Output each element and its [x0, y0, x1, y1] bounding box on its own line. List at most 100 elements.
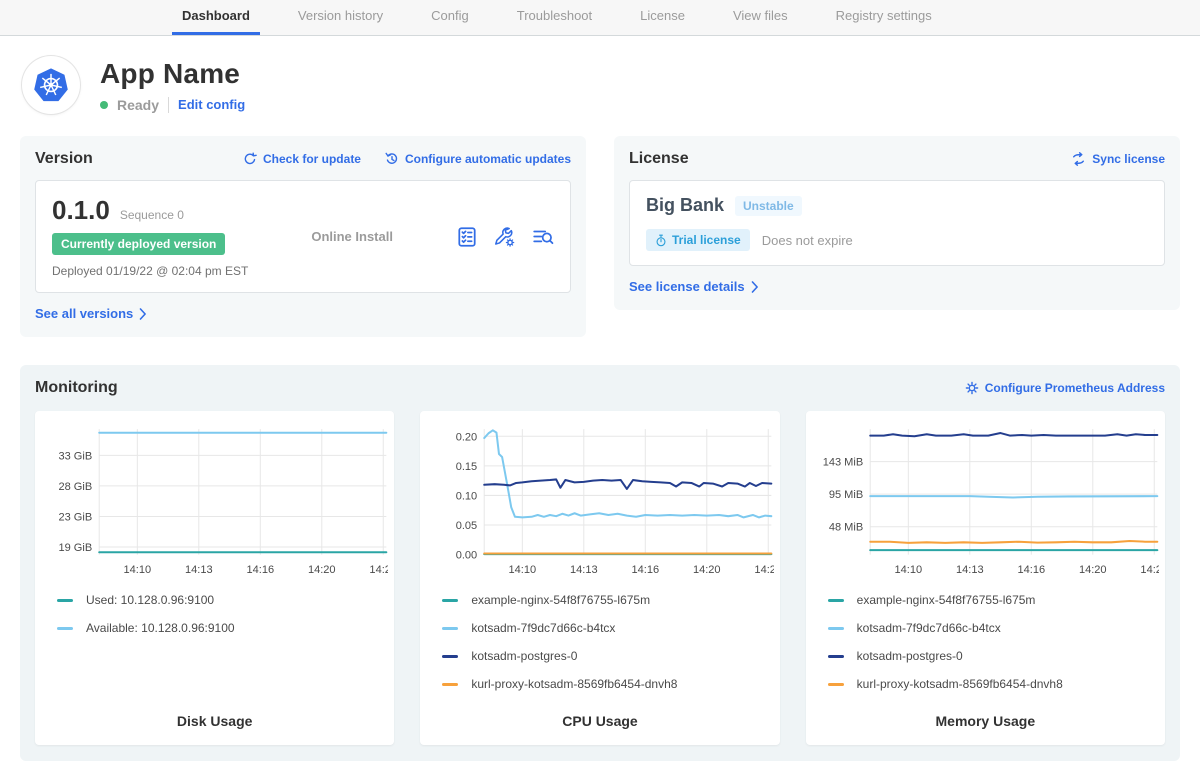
- svg-text:14:23: 14:23: [369, 564, 388, 576]
- tab-dashboard[interactable]: Dashboard: [172, 0, 260, 35]
- deployed-badge: Currently deployed version: [52, 233, 225, 255]
- configure-automatic-updates-link[interactable]: Configure automatic updates: [385, 152, 571, 166]
- monitoring-header: Monitoring Configure Prometheus Address: [35, 379, 1165, 397]
- tab-view-files[interactable]: View files: [723, 0, 798, 35]
- svg-text:14:16: 14:16: [1017, 564, 1045, 576]
- divider: [168, 97, 169, 113]
- legend-dash: [442, 599, 458, 602]
- legend-item: kotsadm-7f9dc7d66c-b4tcx: [828, 621, 1159, 635]
- tab-troubleshoot[interactable]: Troubleshoot: [507, 0, 602, 35]
- customer-name: Big Bank: [646, 195, 724, 216]
- legend-label: example-nginx-54f8f76755-l675m: [857, 593, 1036, 607]
- svg-text:14:23: 14:23: [1140, 564, 1159, 576]
- app-avatar: [22, 56, 80, 114]
- see-all-versions-label: See all versions: [35, 306, 133, 321]
- legend-item: Available: 10.128.0.96:9100: [57, 621, 388, 635]
- app-header: App Name Ready Edit config: [22, 56, 1180, 114]
- chevron-right-icon: [139, 308, 147, 320]
- memory-usage-card: 14:1014:1314:1614:2014:2348 MiB95 MiB143…: [806, 411, 1165, 745]
- see-license-details-label: See license details: [629, 279, 745, 294]
- legend-dash: [828, 627, 844, 630]
- view-logs-icon[interactable]: [532, 226, 554, 248]
- legend-label: kotsadm-postgres-0: [857, 649, 963, 663]
- check-for-update-link[interactable]: Check for update: [243, 152, 361, 166]
- tab-registry-settings[interactable]: Registry settings: [826, 0, 942, 35]
- version-header-links: Check for update Configure automatic upd…: [243, 152, 571, 166]
- legend-dash: [828, 599, 844, 602]
- configure-prometheus-link[interactable]: Configure Prometheus Address: [965, 381, 1165, 395]
- config-wrench-icon[interactable]: [494, 226, 516, 248]
- edit-config-link[interactable]: Edit config: [178, 97, 245, 112]
- tab-config[interactable]: Config: [421, 0, 479, 35]
- svg-text:14:10: 14:10: [124, 564, 152, 576]
- see-license-details-link[interactable]: See license details: [629, 279, 759, 294]
- license-customer-row: Big Bank Unstable: [646, 195, 802, 216]
- app-title: App Name: [100, 58, 245, 90]
- expiry-text: Does not expire: [762, 233, 853, 248]
- cpu-usage-card: 14:1014:1314:1614:2014:230.000.050.100.1…: [420, 411, 779, 745]
- trial-license-badge: Trial license: [646, 229, 750, 251]
- disk-usage-title: Disk Usage: [41, 705, 388, 729]
- ready-status-dot: [100, 101, 108, 109]
- sync-license-link[interactable]: Sync license: [1071, 152, 1165, 166]
- app-status-label: Ready: [117, 97, 159, 113]
- memory-usage-chart: 14:1014:1314:1614:2014:2348 MiB95 MiB143…: [812, 421, 1159, 581]
- kubernetes-logo-icon: [31, 65, 71, 105]
- svg-text:143 MiB: 143 MiB: [822, 457, 862, 469]
- legend-label: Available: 10.128.0.96:9100: [86, 621, 235, 635]
- svg-text:95 MiB: 95 MiB: [829, 489, 863, 501]
- top-nav: Dashboard Version history Config Troublesho…: [0, 0, 1200, 36]
- version-number: 0.1.0: [52, 195, 110, 226]
- disk-usage-legend: Used: 10.128.0.96:9100 Available: 10.128.…: [57, 593, 388, 649]
- legend-dash: [57, 599, 73, 602]
- kots-dashboard-page: Dashboard Version history Config Troublesho…: [0, 0, 1200, 771]
- svg-text:14:10: 14:10: [894, 564, 922, 576]
- svg-text:19 GiB: 19 GiB: [58, 542, 92, 554]
- legend-label: kotsadm-postgres-0: [471, 649, 577, 663]
- svg-text:48 MiB: 48 MiB: [829, 522, 863, 534]
- license-card-title: License: [629, 150, 689, 168]
- tab-version-history[interactable]: Version history: [288, 0, 393, 35]
- legend-label: kurl-proxy-kotsadm-8569fb6454-dnvh8: [471, 677, 677, 691]
- legend-label: kotsadm-7f9dc7d66c-b4tcx: [857, 621, 1001, 635]
- cpu-usage-chart: 14:1014:1314:1614:2014:230.000.050.100.1…: [426, 421, 773, 581]
- legend-item: kurl-proxy-kotsadm-8569fb6454-dnvh8: [828, 677, 1159, 691]
- memory-usage-title: Memory Usage: [812, 705, 1159, 729]
- charts-row: 14:1014:1314:1614:2014:2319 GiB23 GiB28 …: [35, 411, 1165, 745]
- legend-item: kurl-proxy-kotsadm-8569fb6454-dnvh8: [442, 677, 773, 691]
- tab-license[interactable]: License: [630, 0, 695, 35]
- sync-license-label: Sync license: [1092, 152, 1165, 166]
- version-card: Version Check for update: [20, 136, 586, 337]
- legend-label: example-nginx-54f8f76755-l675m: [471, 593, 650, 607]
- svg-text:14:16: 14:16: [246, 564, 274, 576]
- legend-dash: [442, 683, 458, 686]
- version-card-header: Version Check for update: [35, 150, 571, 168]
- svg-text:0.05: 0.05: [456, 520, 477, 532]
- configure-prometheus-label: Configure Prometheus Address: [985, 381, 1165, 395]
- svg-text:28 GiB: 28 GiB: [58, 481, 92, 493]
- legend-label: kotsadm-7f9dc7d66c-b4tcx: [471, 621, 615, 635]
- release-notes-icon[interactable]: [456, 226, 478, 248]
- legend-label: Used: 10.128.0.96:9100: [86, 593, 214, 607]
- svg-text:33 GiB: 33 GiB: [58, 450, 92, 462]
- app-status-row: Ready Edit config: [100, 97, 245, 113]
- legend-label: kurl-proxy-kotsadm-8569fb6454-dnvh8: [857, 677, 1063, 691]
- legend-dash: [442, 655, 458, 658]
- channel-badge: Unstable: [735, 196, 802, 216]
- svg-text:14:13: 14:13: [956, 564, 984, 576]
- memory-usage-legend: example-nginx-54f8f76755-l675m kotsadm-7f…: [828, 593, 1159, 705]
- check-for-update-label: Check for update: [263, 152, 361, 166]
- gear-icon: [965, 381, 979, 395]
- refresh-icon: [243, 152, 257, 166]
- legend-dash: [442, 627, 458, 630]
- current-version-panel: 0.1.0 Sequence 0 Currently deployed vers…: [35, 180, 571, 293]
- summary-cards-row: Version Check for update: [20, 136, 1180, 337]
- legend-item: kotsadm-postgres-0: [442, 649, 773, 663]
- legend-dash: [57, 627, 73, 630]
- see-all-versions-link[interactable]: See all versions: [35, 306, 147, 321]
- svg-text:0.10: 0.10: [456, 490, 477, 502]
- svg-text:14:13: 14:13: [570, 564, 598, 576]
- legend-item: kotsadm-postgres-0: [828, 649, 1159, 663]
- license-type-row: Trial license Does not expire: [646, 229, 853, 251]
- version-card-title: Version: [35, 150, 93, 168]
